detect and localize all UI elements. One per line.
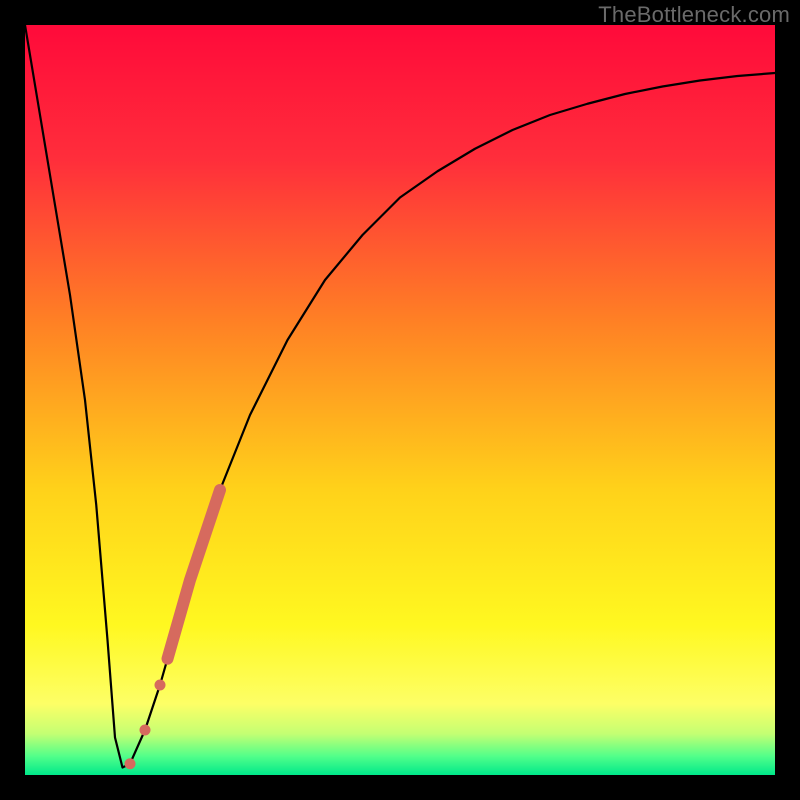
marker-dot xyxy=(140,725,151,736)
highlighted-segment xyxy=(125,490,221,769)
marker-stroke xyxy=(168,490,221,659)
chart-frame: TheBottleneck.com xyxy=(0,0,800,800)
marker-dot xyxy=(155,680,166,691)
attribution-text: TheBottleneck.com xyxy=(598,2,790,28)
bottleneck-curve xyxy=(25,25,775,768)
curve-layer xyxy=(25,25,775,775)
plot-area xyxy=(25,25,775,775)
marker-dot xyxy=(125,758,136,769)
